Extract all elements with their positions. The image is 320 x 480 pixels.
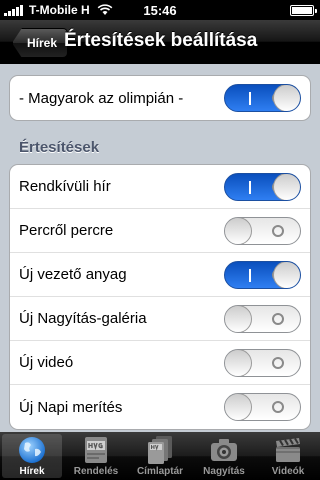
navigation-bar: Hírek Értesítések beállítása xyxy=(0,20,320,64)
notification-row-daily-digest: Új Napi merítés xyxy=(10,385,310,429)
settings-content[interactable]: - Magyarok az olimpián - Értesítések Ren… xyxy=(0,65,320,432)
notification-label: Rendkívüli hír xyxy=(19,178,111,195)
notification-row-gallery: Új Nagyítás-galéria xyxy=(10,297,310,341)
tab-label: Címlaptár xyxy=(136,466,184,477)
tab-label: Hírek xyxy=(19,466,45,477)
olympics-row: - Magyarok az olimpián - xyxy=(10,76,310,120)
gallery-toggle[interactable] xyxy=(224,305,301,333)
video-toggle[interactable] xyxy=(224,349,301,377)
status-bar: T-Mobile H 15:46 xyxy=(0,0,320,20)
minute-by-minute-toggle[interactable] xyxy=(224,217,301,245)
tab-news[interactable]: Hírek xyxy=(0,432,64,480)
toggle-knob xyxy=(225,218,252,244)
notifications-group: Rendkívüli hír Percről percre Új vezető … xyxy=(9,164,311,430)
tab-covers[interactable]: Címlaptár xyxy=(128,432,192,480)
hvg-magazine-icon xyxy=(85,437,107,463)
notification-label: Új vezető anyag xyxy=(19,266,127,283)
notification-row-breaking-news: Rendkívüli hír xyxy=(10,165,310,209)
tab-label: Rendelés xyxy=(73,466,119,477)
toggle-knob xyxy=(273,85,300,111)
daily-digest-toggle[interactable] xyxy=(224,393,301,421)
tab-label: Nagyítás xyxy=(203,466,245,477)
toggle-knob xyxy=(225,306,252,332)
notification-row-video: Új videó xyxy=(10,341,310,385)
camera-icon xyxy=(211,439,237,461)
hvg-covers-icon xyxy=(148,436,172,464)
breaking-news-toggle[interactable] xyxy=(224,173,301,201)
section-header-notifications: Értesítések xyxy=(19,139,100,156)
lead-article-toggle[interactable] xyxy=(224,261,301,289)
back-button[interactable]: Hírek xyxy=(12,28,69,58)
olympics-label: - Magyarok az olimpián - xyxy=(19,89,184,107)
tab-zoom[interactable]: Nagyítás xyxy=(192,432,256,480)
page-title: Értesítések beállítása xyxy=(64,30,258,51)
olympics-group: - Magyarok az olimpián - xyxy=(9,75,311,121)
globe-icon xyxy=(19,437,45,463)
notification-label: Percről percre xyxy=(19,222,114,239)
tab-bar: Hírek Rendelés Címlaptár Nagyítás Videók xyxy=(0,432,320,480)
battery-icon xyxy=(290,5,317,16)
status-time: 15:46 xyxy=(143,3,177,18)
toggle-knob xyxy=(225,350,252,376)
olympics-toggle[interactable] xyxy=(224,84,301,112)
tab-videos[interactable]: Videók xyxy=(256,432,320,480)
toggle-knob xyxy=(273,262,300,288)
toggle-knob xyxy=(273,174,300,200)
tab-order[interactable]: Rendelés xyxy=(64,432,128,480)
clapperboard-icon xyxy=(276,437,300,462)
tab-label: Videók xyxy=(271,466,305,477)
notification-label: Új videó xyxy=(19,354,74,371)
notification-label: Új Napi merítés xyxy=(19,398,123,416)
notification-label: Új Nagyítás-galéria xyxy=(19,310,147,327)
notification-row-minute-by-minute: Percről percre xyxy=(10,209,310,253)
toggle-knob xyxy=(225,394,252,420)
notification-row-lead-article: Új vezető anyag xyxy=(10,253,310,297)
